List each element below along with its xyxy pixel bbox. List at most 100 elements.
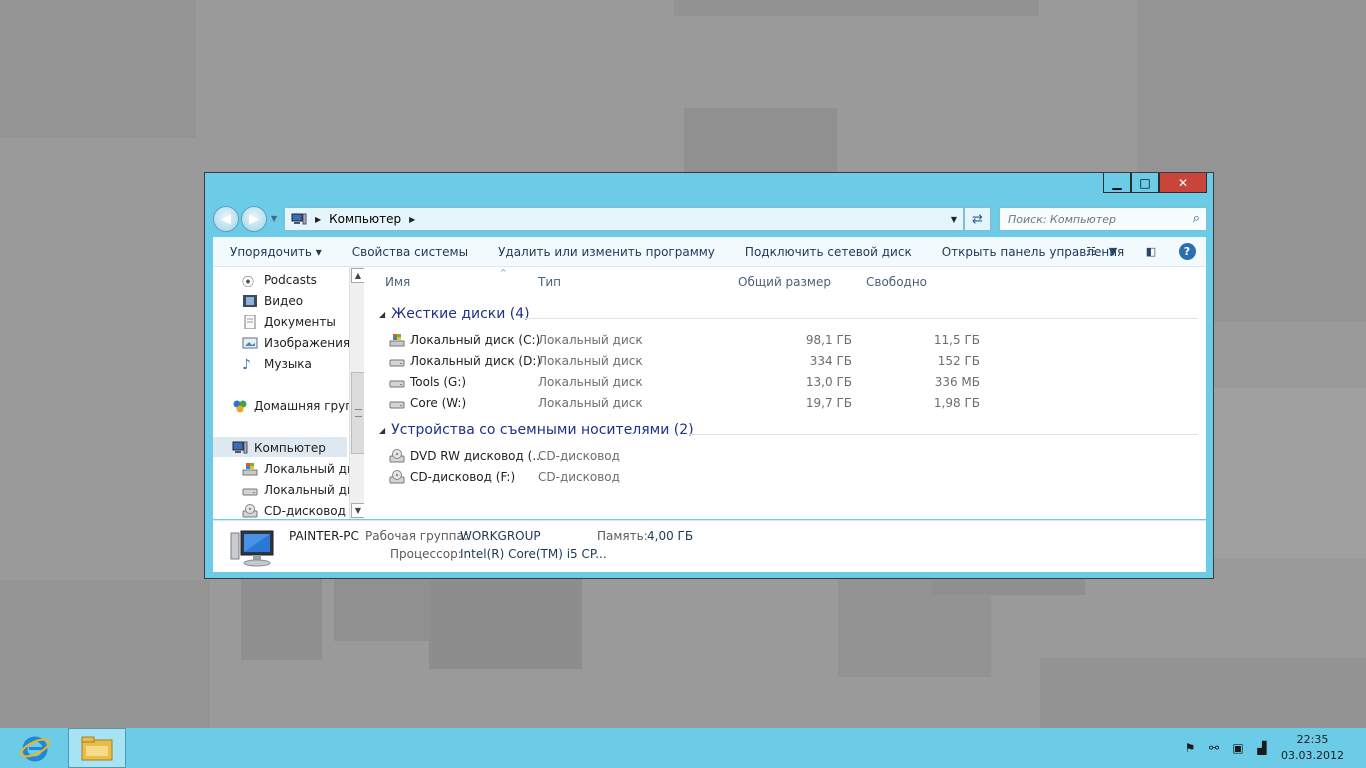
folder-icon — [81, 736, 113, 761]
breadcrumb-computer[interactable]: Компьютер — [329, 212, 401, 226]
preview-pane-icon[interactable]: ◧ — [1142, 243, 1160, 259]
file-explorer-button[interactable] — [68, 728, 126, 768]
removable-row-dvd[interactable]: DVD RW дисковод (... CD-дисковод — [385, 446, 1175, 467]
drive-row-g[interactable]: Tools (G:) Локальный диск 13,0 ГБ 336 МБ — [385, 372, 1175, 393]
address-bar[interactable]: ▶ Компьютер ▶ ▼ — [284, 207, 964, 231]
column-header-name[interactable]: Имя — [385, 275, 410, 289]
system-properties-button[interactable]: Свойства системы — [352, 245, 468, 259]
uninstall-program-button[interactable]: Удалить или изменить программу — [498, 245, 715, 259]
nav-item-drive-d[interactable]: Локальный дис — [242, 479, 361, 500]
removable-row-cd[interactable]: CD-дисковод (F:) CD-дисковод — [385, 467, 1175, 488]
drive-row-c[interactable]: Локальный диск (C:) Локальный диск 98,1 … — [385, 330, 1175, 351]
group-header-hard-drives[interactable]: ◢ Жесткие диски (4) — [379, 306, 530, 322]
processor-label: Процессор: — [390, 547, 462, 561]
clock-date: 03.03.2012 — [1281, 749, 1344, 762]
nav-item-label: Podcasts — [264, 272, 317, 287]
drive-type: Локальный диск — [538, 333, 643, 347]
recent-locations-dropdown[interactable]: ▼ — [271, 214, 277, 223]
organize-button[interactable]: Упорядочить ▾ — [230, 245, 322, 259]
nav-item-music[interactable]: ♪ Музыка — [242, 353, 312, 374]
drive-type: Локальный диск — [538, 396, 643, 410]
nav-item-label: Локальный дис — [264, 461, 362, 476]
cd-drive-icon — [389, 470, 405, 484]
scroll-down-icon[interactable]: ▼ — [351, 503, 364, 518]
drive-free: 152 ГБ — [937, 354, 980, 368]
minimize-button[interactable]: ▁ — [1103, 173, 1131, 193]
clock[interactable]: 22:35 03.03.2012 — [1281, 732, 1344, 764]
drive-type: Локальный диск — [538, 375, 643, 389]
windows-drive-icon — [389, 334, 405, 347]
scrollbar-thumb[interactable] — [351, 372, 364, 454]
drive-icon — [389, 401, 405, 409]
nav-item-drive-c[interactable]: Локальный дис — [242, 458, 361, 479]
system-tray: ⚑ ⚯ ▣ ▟ — [1175, 740, 1271, 756]
column-header-total-size[interactable]: Общий размер — [738, 275, 831, 289]
view-options-icon[interactable]: ☷ — [1082, 243, 1100, 259]
refresh-button[interactable]: ⇄ — [964, 207, 991, 231]
nav-item-label: Компьютер — [254, 440, 326, 455]
collapse-triangle-icon[interactable]: ◢ — [379, 426, 385, 435]
video-icon — [243, 294, 257, 307]
group-header-removable[interactable]: ◢ Устройства со съемными носителями (2) — [379, 422, 694, 438]
drive-total: 98,1 ГБ — [805, 333, 852, 347]
cd-drive-icon — [389, 449, 405, 463]
nav-item-cd-drive[interactable]: CD-дисковод (F — [242, 500, 361, 519]
group-divider — [523, 318, 1198, 319]
nav-item-homegroup[interactable]: Домашняя групп — [232, 395, 361, 416]
memory-label: Память: — [597, 529, 648, 543]
network-icon[interactable]: ⚯ — [1205, 740, 1223, 756]
drive-row-w[interactable]: Core (W:) Локальный диск 19,7 ГБ 1,98 ГБ — [385, 393, 1175, 414]
scroll-up-icon[interactable]: ▲ — [351, 268, 364, 283]
nav-pane-scrollbar[interactable]: ▲ ▼ — [349, 267, 364, 519]
drive-icon — [242, 488, 258, 495]
drive-name: Core (W:) — [410, 396, 467, 410]
drive-free: 1,98 ГБ — [933, 396, 980, 410]
nav-item-label: CD-дисковод (F — [264, 503, 362, 518]
breadcrumb-separator-icon[interactable]: ▶ — [409, 215, 415, 224]
drive-name: Tools (G:) — [410, 375, 467, 389]
view-dropdown-icon[interactable]: ▼ — [1104, 243, 1122, 259]
drive-icon — [389, 380, 405, 388]
address-dropdown-icon[interactable]: ▼ — [951, 215, 957, 224]
help-icon[interactable]: ? — [1178, 242, 1196, 260]
nav-item-video[interactable]: Видео — [242, 290, 303, 311]
search-box[interactable]: ⌕ — [999, 207, 1207, 231]
windows-drive-icon — [242, 462, 258, 475]
action-center-flag-icon[interactable]: ⚑ — [1181, 740, 1199, 756]
nav-item-computer[interactable]: Компьютер — [232, 437, 326, 458]
column-header-free[interactable]: Свободно — [866, 275, 927, 289]
sort-indicator-icon: ^ — [500, 268, 507, 277]
column-header-type[interactable]: Тип — [538, 275, 561, 289]
search-icon[interactable]: ⌕ — [1193, 211, 1200, 226]
view-controls: ☷ ▼ ◧ ? — [1068, 242, 1196, 260]
maximize-button[interactable]: □ — [1131, 173, 1159, 193]
desktop-tile — [684, 108, 837, 172]
drive-type: CD-дисковод — [538, 449, 620, 463]
close-button[interactable]: ✕ — [1159, 173, 1207, 193]
search-input[interactable] — [1008, 212, 1188, 226]
computer-icon — [230, 530, 274, 567]
command-bar: Упорядочить ▾ Свойства системы Удалить и… — [213, 237, 1206, 267]
back-button[interactable]: ◀ — [213, 206, 239, 232]
internet-explorer-button[interactable] — [6, 728, 64, 768]
power-icon[interactable]: ▣ — [1229, 740, 1247, 756]
drive-free: 11,5 ГБ — [933, 333, 980, 347]
forward-button[interactable]: ▶ — [241, 206, 267, 232]
nav-item-label: Музыка — [264, 356, 312, 371]
map-network-drive-button[interactable]: Подключить сетевой диск — [745, 245, 912, 259]
group-divider — [687, 434, 1198, 435]
music-icon: ♪ — [242, 356, 251, 373]
drive-icon — [389, 359, 405, 367]
file-list: ^ Имя Тип Общий размер Свободно ◢ Жестки… — [365, 267, 1206, 519]
drive-row-d[interactable]: Локальный диск (D:) Локальный диск 334 Г… — [385, 351, 1175, 372]
nav-item-documents[interactable]: Документы — [242, 311, 336, 332]
collapse-triangle-icon[interactable]: ◢ — [379, 310, 385, 319]
processor-value: Intel(R) Core(TM) i5 CP... — [460, 547, 607, 561]
desktop-tile — [429, 579, 582, 669]
nav-item-images[interactable]: Изображения — [242, 332, 350, 353]
desktop-tile — [1214, 388, 1366, 558]
cd-drive-icon — [242, 503, 258, 517]
nav-item-podcasts[interactable]: ⦿ Podcasts — [242, 269, 317, 290]
breadcrumb-separator-icon[interactable]: ▶ — [315, 215, 321, 224]
signal-icon[interactable]: ▟ — [1253, 740, 1271, 756]
